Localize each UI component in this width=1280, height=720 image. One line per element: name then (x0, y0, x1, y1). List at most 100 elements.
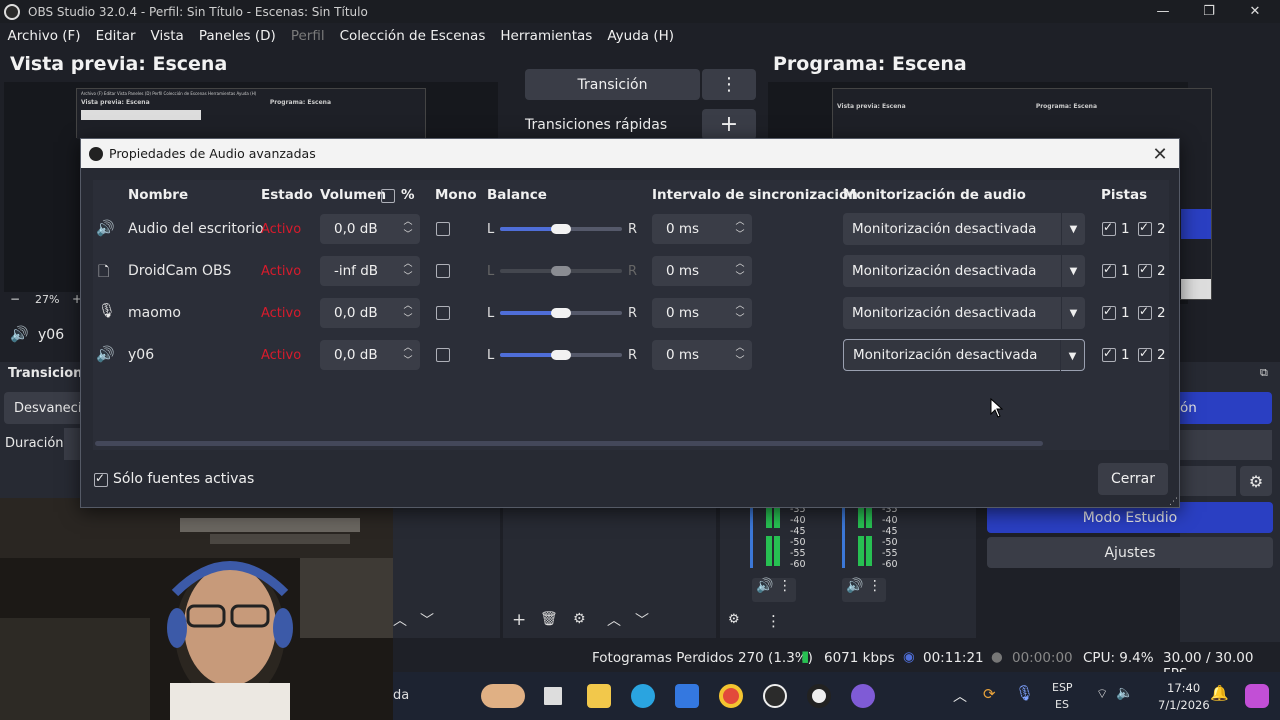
mono-checkbox[interactable] (436, 306, 450, 320)
mono-checkbox[interactable] (436, 348, 450, 362)
file-explorer-icon[interactable] (587, 684, 611, 708)
chevron-down-icon[interactable]: ▼ (1061, 297, 1085, 329)
minimize-icon[interactable]: — (1140, 0, 1186, 23)
volume-spinbox[interactable]: -inf dB ︿ ﹀ (320, 256, 420, 286)
store-icon[interactable] (675, 684, 699, 708)
mono-checkbox[interactable] (436, 222, 450, 236)
track1-checkbox[interactable] (1102, 220, 1116, 236)
menu-edit[interactable]: Editar (88, 28, 143, 44)
dialog-close-icon[interactable]: ✕ (1149, 143, 1171, 165)
microphone-icon[interactable]: 🎙 (1015, 684, 1034, 702)
menu-view[interactable]: Vista (143, 28, 191, 44)
fade-select[interactable]: Desvanecir (4, 392, 87, 424)
wifi-icon[interactable]: ⌔ (1096, 686, 1108, 702)
sync-arrows-icon[interactable]: ︿ ﹀ (732, 300, 748, 326)
percent-checkbox[interactable] (381, 189, 395, 203)
mixer-settings-icon[interactable]: ⚙ (728, 612, 740, 627)
volume-icon[interactable]: 🔈 (1116, 685, 1133, 701)
menu-tools[interactable]: Herramientas (493, 28, 600, 44)
sync-offset-spinbox[interactable]: 0 ms ︿ ﹀ (652, 256, 752, 286)
volume-spinbox[interactable]: 0,0 dB ︿ ﹀ (320, 298, 420, 328)
mixer-menu-icon[interactable]: ⋮ (766, 612, 781, 630)
balance-knob[interactable] (551, 350, 571, 360)
volume-spinbox[interactable]: 0,0 dB ︿ ﹀ (320, 214, 420, 244)
track2-checkbox[interactable] (1138, 304, 1152, 320)
menu-docks[interactable]: Paneles (D) (191, 28, 283, 44)
settings-button[interactable]: Ajustes (987, 537, 1273, 568)
horizontal-scrollbar[interactable] (95, 441, 1043, 446)
remove-source-icon[interactable]: 🗑 (540, 611, 558, 627)
start-button-partial[interactable]: ón (1180, 392, 1272, 424)
control-button-3[interactable] (1180, 466, 1236, 496)
volume-arrows-icon[interactable]: ︿ ﹀ (400, 300, 416, 326)
resize-grip-icon[interactable]: ⋰ (1169, 497, 1178, 507)
active-only-checkbox[interactable] (94, 471, 108, 487)
volume-arrows-icon[interactable]: ︿ ﹀ (400, 216, 416, 242)
sync-arrows-icon[interactable]: ︿ ﹀ (732, 216, 748, 242)
sync-arrows-icon[interactable]: ︿ ﹀ (732, 258, 748, 284)
sync-arrows-icon[interactable]: ︿ ﹀ (732, 342, 748, 368)
close-button[interactable]: Cerrar (1098, 463, 1168, 495)
zoom-minus-icon[interactable]: − (10, 292, 20, 306)
sync-icon[interactable]: ⟳ (983, 685, 996, 703)
clock-date[interactable]: 7/1/2026 (1158, 698, 1210, 712)
chat-app-icon[interactable] (851, 684, 875, 708)
obs-taskbar-icon[interactable] (763, 684, 787, 708)
scene-up-icon[interactable]: ︿ (393, 610, 407, 630)
add-source-icon[interactable]: + (512, 610, 526, 630)
chevron-down-icon[interactable]: ▼ (1061, 213, 1085, 245)
task-view-icon[interactable] (541, 684, 565, 708)
speaker-icon[interactable]: 🔊 (10, 325, 29, 343)
track2-checkbox[interactable] (1138, 220, 1152, 236)
monitoring-select[interactable]: Monitorización desactivada ▼ (843, 297, 1085, 329)
control-button-2[interactable] (1180, 430, 1272, 460)
scene-down-icon[interactable]: ﹀ (420, 610, 434, 630)
mixer1-mute-icon[interactable]: 🔊 ⋮ (752, 578, 796, 602)
track2-checkbox[interactable] (1138, 262, 1152, 278)
edge-icon[interactable] (631, 684, 655, 708)
balance-knob[interactable] (551, 308, 571, 318)
track1-checkbox[interactable] (1102, 262, 1116, 278)
notification-bell-icon[interactable]: 🔔 (1210, 684, 1229, 702)
monitoring-select[interactable]: Monitorización desactivada ▼ (843, 213, 1085, 245)
monitoring-select[interactable]: Monitorización desactivada ▼ (843, 339, 1085, 372)
chevron-down-icon[interactable]: ▼ (1060, 340, 1084, 372)
mixer2-mute-icon[interactable]: 🔊 ⋮ (842, 578, 886, 602)
sync-offset-spinbox[interactable]: 0 ms ︿ ﹀ (652, 214, 752, 244)
transition-button[interactable]: Transición (525, 69, 700, 100)
mono-checkbox[interactable] (436, 264, 450, 278)
volume-arrows-icon[interactable]: ︿ ﹀ (400, 258, 416, 284)
source-down-icon[interactable]: ﹀ (635, 610, 649, 630)
balance-knob[interactable] (551, 224, 571, 234)
monitoring-select[interactable]: Monitorización desactivada ▼ (843, 255, 1085, 287)
app-circle-icon[interactable] (807, 684, 831, 708)
copilot-icon[interactable] (1245, 684, 1269, 708)
track1-checkbox[interactable] (1102, 346, 1116, 362)
source-properties-icon[interactable]: ⚙ (573, 611, 586, 627)
track2-checkbox[interactable] (1138, 346, 1152, 362)
lang-bottom[interactable]: ES (1055, 698, 1069, 711)
sync-offset-spinbox[interactable]: 0 ms ︿ ﹀ (652, 340, 752, 370)
menu-profile[interactable]: Perfil (283, 28, 332, 44)
restore-icon[interactable]: ❐ (1186, 0, 1232, 23)
dock-float-icon[interactable]: ⧉ (1260, 366, 1268, 380)
menu-scene-collection[interactable]: Colección de Escenas (332, 28, 493, 44)
search-highlight-icon[interactable] (481, 684, 525, 708)
gear-icon[interactable]: ⚙ (1240, 466, 1272, 496)
lang-top[interactable]: ESP (1052, 681, 1073, 694)
close-window-icon[interactable]: ✕ (1232, 0, 1278, 23)
menu-file[interactable]: Archivo (F) (0, 28, 88, 44)
taskbar-search-text[interactable]: da (393, 688, 409, 703)
chrome-icon[interactable] (719, 684, 743, 708)
add-quick-transition-icon[interactable]: + (702, 109, 756, 140)
menu-help[interactable]: Ayuda (H) (600, 28, 682, 44)
volume-spinbox[interactable]: 0,0 dB ︿ ﹀ (320, 340, 420, 370)
clock-time[interactable]: 17:40 (1167, 681, 1200, 695)
chevron-down-icon[interactable]: ▼ (1061, 255, 1085, 287)
track1-checkbox[interactable] (1102, 304, 1116, 320)
volume-arrows-icon[interactable]: ︿ ﹀ (400, 342, 416, 368)
source-up-icon[interactable]: ︿ (607, 610, 621, 630)
transition-menu-icon[interactable]: ⋮ (702, 69, 756, 100)
sync-offset-spinbox[interactable]: 0 ms ︿ ﹀ (652, 298, 752, 328)
tray-chevron-icon[interactable]: ︿ (953, 686, 967, 706)
